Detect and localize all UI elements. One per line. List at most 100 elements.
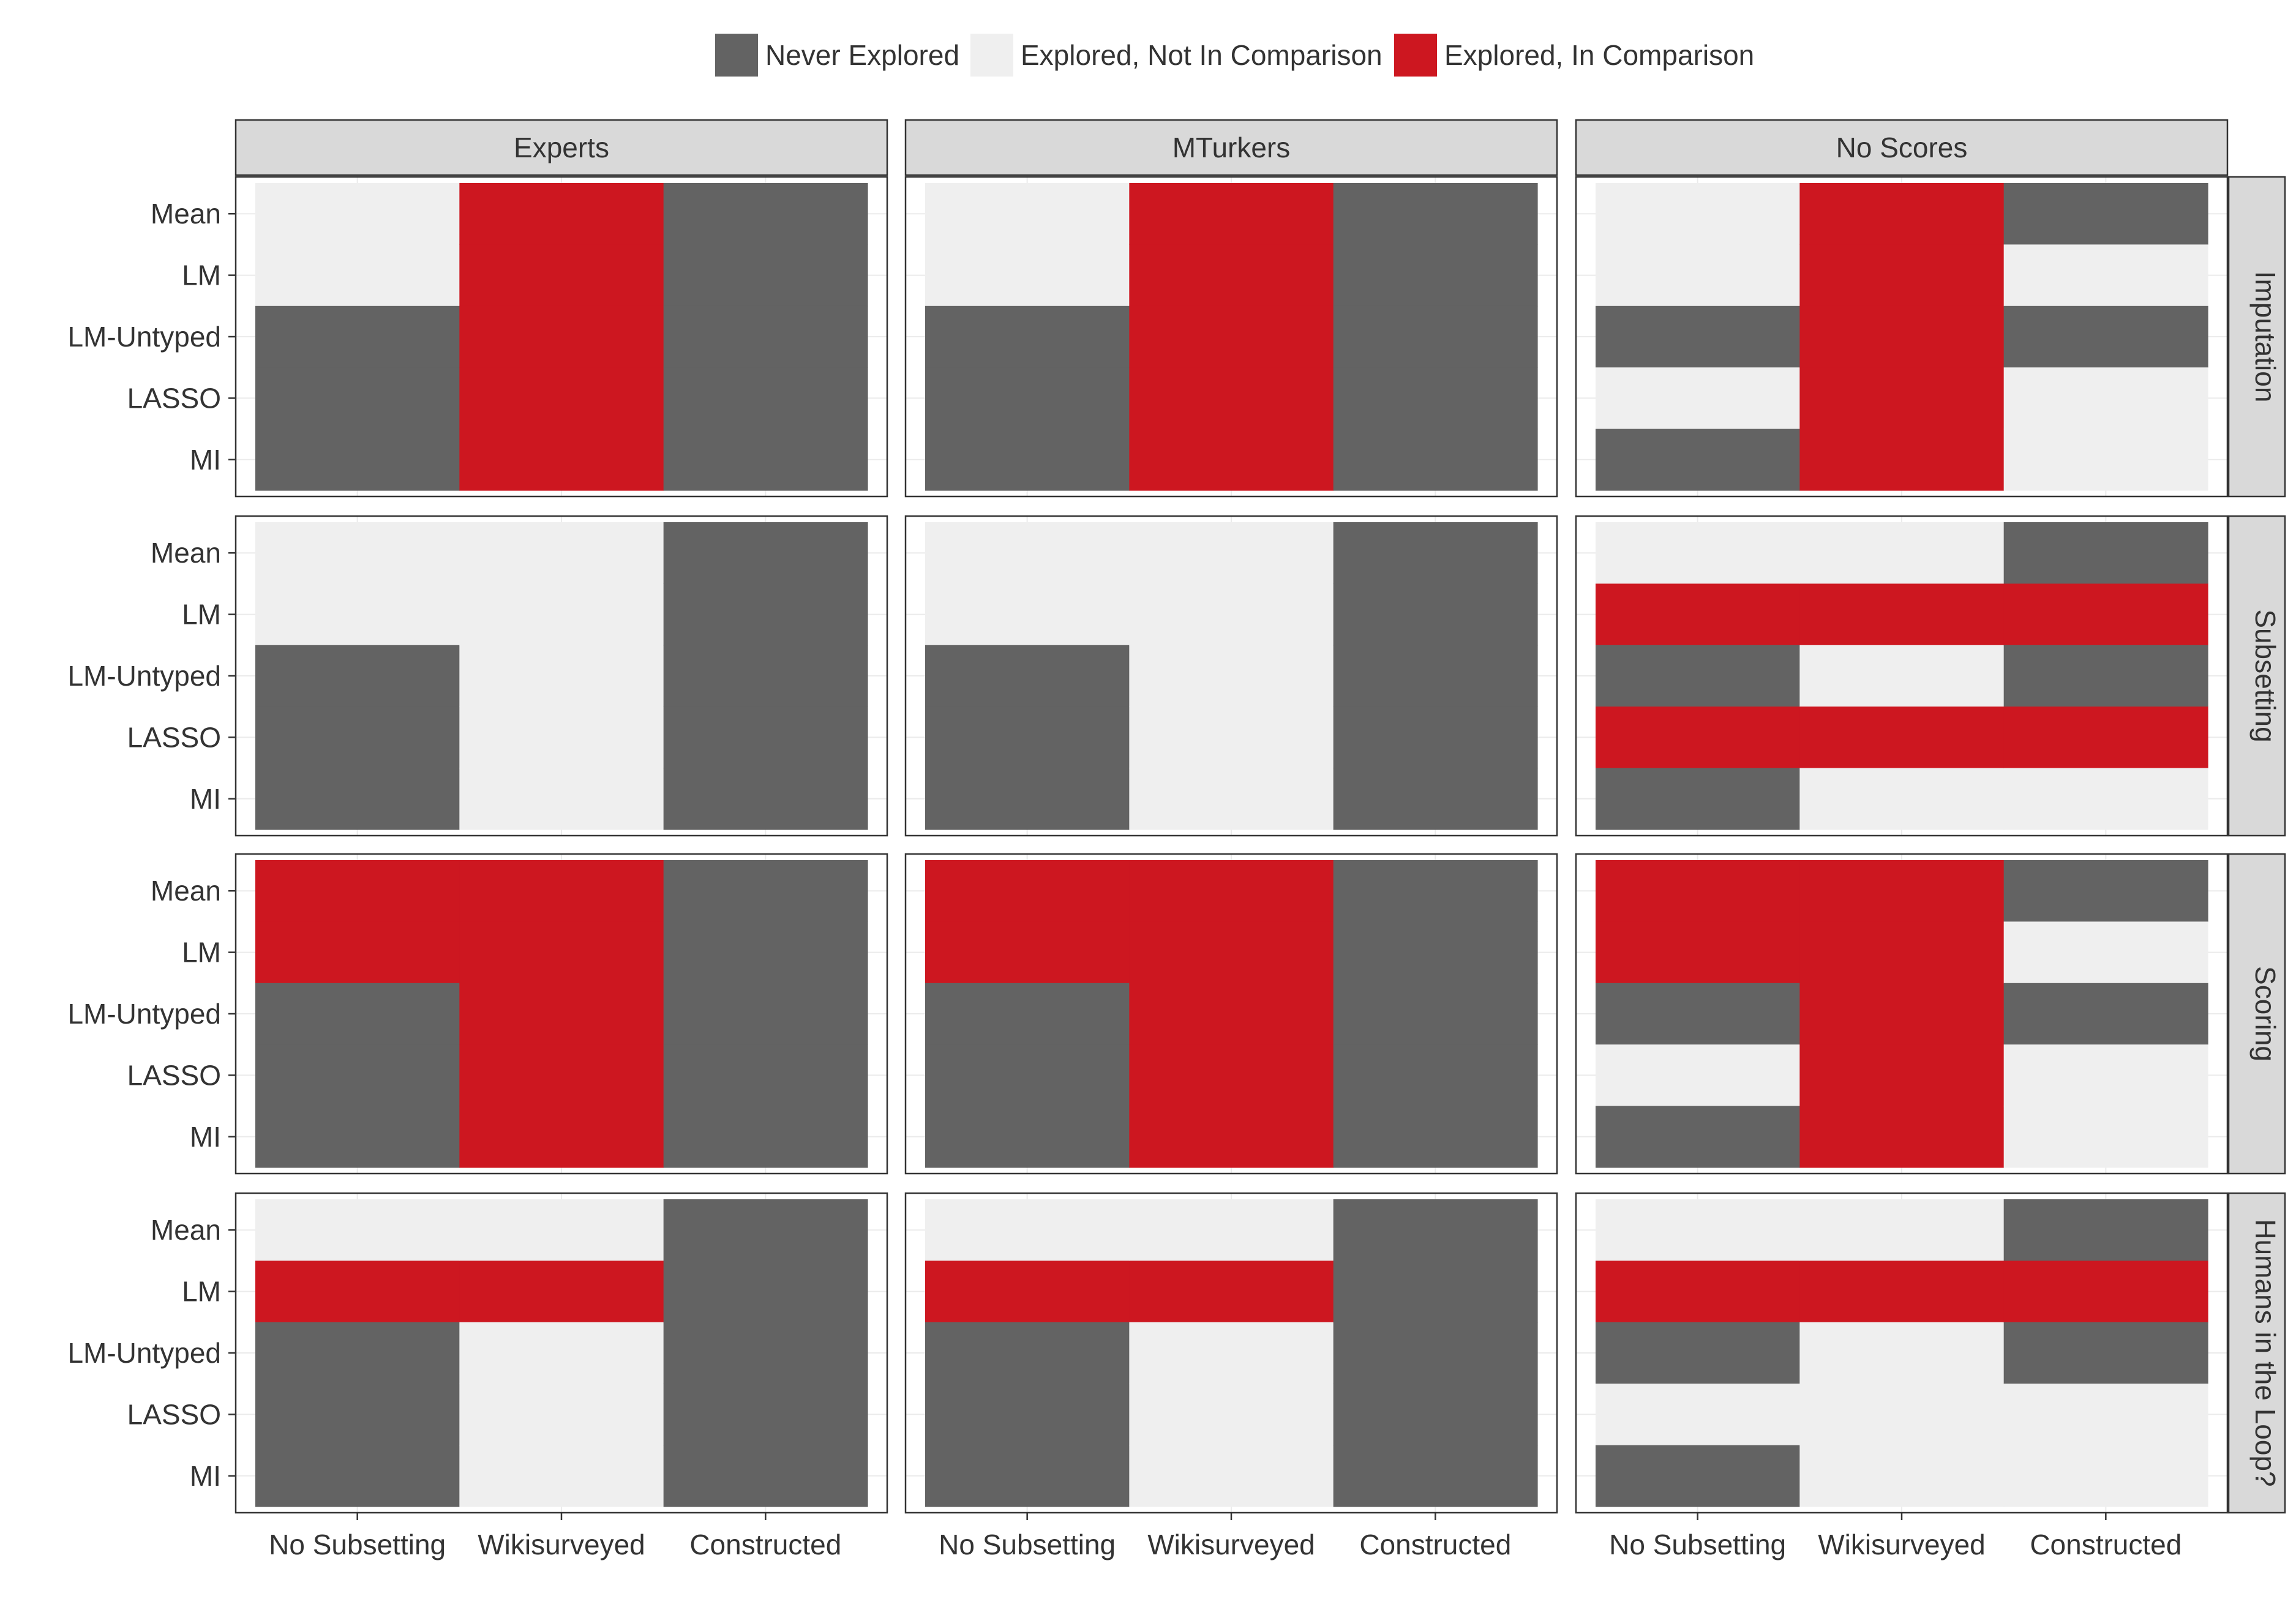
y-tick-label: Mean	[151, 198, 221, 230]
tile	[925, 921, 1130, 984]
tile	[1129, 921, 1334, 984]
tile	[925, 183, 1130, 245]
tile	[2003, 522, 2208, 584]
tile	[1129, 429, 1334, 491]
tile	[1333, 860, 1538, 922]
tile	[459, 921, 664, 984]
tile	[1799, 706, 2005, 769]
tile	[1799, 1445, 2005, 1507]
y-tick-label: LM	[182, 937, 221, 968]
tile	[1596, 1199, 1800, 1261]
tile	[1333, 305, 1538, 368]
tile	[1129, 983, 1334, 1045]
tile	[459, 1261, 664, 1323]
column-strip-label: Experts	[514, 132, 609, 163]
tile	[255, 1322, 460, 1384]
x-tick-label: No Subsetting	[939, 1529, 1116, 1560]
tile	[1799, 768, 2005, 830]
tile	[255, 305, 460, 368]
tile	[1129, 1445, 1334, 1507]
tile	[1799, 983, 2005, 1045]
tile	[1333, 1445, 1538, 1507]
tile	[1596, 1384, 1800, 1446]
x-tick-label: Constructed	[2030, 1529, 2182, 1560]
y-tick-label: LASSO	[127, 382, 221, 414]
tile	[459, 1106, 664, 1168]
y-tick-label: LM-Untyped	[67, 660, 221, 692]
tile	[925, 1199, 1130, 1261]
tile	[1799, 1044, 2005, 1107]
tile	[2003, 860, 2208, 922]
tile	[459, 183, 664, 245]
tile	[925, 522, 1130, 584]
legend-key-2	[970, 34, 1013, 77]
tile	[1129, 645, 1334, 707]
tile	[1596, 860, 1800, 922]
tile	[255, 768, 460, 830]
tile	[2003, 1322, 2208, 1384]
legend-label-1: Never Explored	[765, 39, 959, 71]
tile	[925, 367, 1130, 430]
tile	[663, 645, 868, 707]
tile	[459, 645, 664, 707]
y-tick-label: LM	[182, 1276, 221, 1308]
tile	[255, 1106, 460, 1168]
tile	[1596, 183, 1800, 245]
x-tick-label: Wikisurveyed	[1818, 1529, 1986, 1560]
row-strip-label: Humans in the Loop?	[2249, 1219, 2281, 1486]
row-strip-label: Imputation	[2249, 271, 2281, 403]
tile	[1129, 244, 1334, 307]
y-tick-label: MI	[190, 1460, 221, 1492]
x-tick-label: Wikisurveyed	[478, 1529, 645, 1560]
tile	[663, 1384, 868, 1446]
tile	[925, 768, 1130, 830]
tile	[1129, 860, 1334, 922]
tile	[1129, 583, 1334, 646]
tile	[663, 183, 868, 245]
tile	[925, 583, 1130, 646]
tile	[1333, 768, 1538, 830]
tile	[1333, 1106, 1538, 1168]
tile	[2003, 1044, 2208, 1107]
y-tick-label: LASSO	[127, 721, 221, 753]
tile	[2003, 921, 2208, 984]
tile	[2003, 1106, 2208, 1168]
tile	[925, 645, 1130, 707]
y-tick-label: LM	[182, 260, 221, 291]
tile	[663, 1044, 868, 1107]
tile	[2003, 244, 2208, 307]
tile	[1596, 367, 1800, 430]
tile	[1333, 645, 1538, 707]
tile	[1129, 367, 1334, 430]
tile	[1333, 183, 1538, 245]
tile	[1799, 305, 2005, 368]
tile	[1333, 583, 1538, 646]
y-tick-label: LASSO	[127, 1059, 221, 1091]
tile	[663, 768, 868, 830]
faceted-heatmap-chart: Never Explored Explored, Not In Compariso…	[67, 34, 2286, 1560]
tile	[255, 367, 460, 430]
tile	[2003, 645, 2208, 707]
tile	[1333, 1261, 1538, 1323]
tile	[1333, 706, 1538, 769]
tile	[1129, 1199, 1334, 1261]
tile	[1129, 305, 1334, 368]
tile	[663, 367, 868, 430]
y-tick-label: Mean	[151, 1214, 221, 1246]
tile	[459, 1384, 664, 1446]
tile	[255, 921, 460, 984]
y-tick-label: MI	[190, 444, 221, 476]
tile	[255, 583, 460, 646]
tile	[459, 367, 664, 430]
row-strip-label: Scoring	[2249, 966, 2281, 1062]
column-strip-label: No Scores	[1836, 132, 1968, 163]
tile	[255, 1261, 460, 1323]
legend-key-1	[715, 34, 758, 77]
tile	[1799, 367, 2005, 430]
tile	[663, 244, 868, 307]
tile	[255, 244, 460, 307]
tile	[1333, 1044, 1538, 1107]
tile	[663, 1322, 868, 1384]
tile	[1596, 983, 1800, 1045]
tile	[1799, 1199, 2005, 1261]
